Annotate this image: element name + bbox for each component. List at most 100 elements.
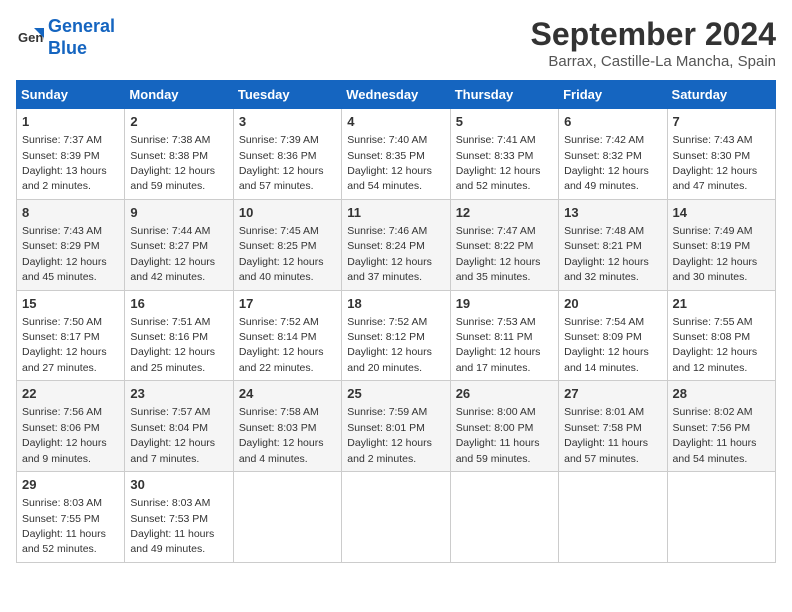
calendar-cell: 22Sunrise: 7:56 AMSunset: 8:06 PMDayligh… [17,381,125,472]
calendar-week-1: 1 Sunrise: 7:37 AMSunset: 8:39 PMDaylight… [17,109,776,200]
calendar-cell: 30Sunrise: 8:03 AMSunset: 7:53 PMDayligh… [125,472,233,563]
day-info: Sunrise: 7:59 AMSunset: 8:01 PMDaylight:… [347,406,432,464]
calendar-cell: 7Sunrise: 7:43 AMSunset: 8:30 PMDaylight… [667,109,775,200]
day-info: Sunrise: 7:58 AMSunset: 8:03 PMDaylight:… [239,406,324,464]
day-number: 10 [239,204,336,222]
day-number: 22 [22,385,119,403]
calendar-week-4: 22Sunrise: 7:56 AMSunset: 8:06 PMDayligh… [17,381,776,472]
day-number: 4 [347,113,444,131]
calendar-cell [667,472,775,563]
calendar-cell [233,472,341,563]
header-thursday: Thursday [450,81,558,109]
day-info: Sunrise: 7:40 AMSunset: 8:35 PMDaylight:… [347,134,432,192]
logo-text: GeneralBlue [48,16,115,59]
calendar-cell [450,472,558,563]
calendar-cell [559,472,667,563]
day-number: 14 [673,204,770,222]
day-number: 9 [130,204,227,222]
calendar-cell: 17 Sunrise: 7:52 AMSunset: 8:14 PMDayligh… [233,290,341,381]
calendar-cell: 2Sunrise: 7:38 AMSunset: 8:38 PMDaylight… [125,109,233,200]
day-number: 29 [22,476,119,494]
calendar-cell: 12 Sunrise: 7:47 AMSunset: 8:22 PMDayligh… [450,199,558,290]
day-info: Sunrise: 7:54 AMSunset: 8:09 PMDaylight:… [564,316,649,374]
calendar-cell: 27 Sunrise: 8:01 AMSunset: 7:58 PMDayligh… [559,381,667,472]
calendar-cell: 11 Sunrise: 7:46 AMSunset: 8:24 PMDayligh… [342,199,450,290]
calendar-cell: 10 Sunrise: 7:45 AMSunset: 8:25 PMDayligh… [233,199,341,290]
day-number: 25 [347,385,444,403]
calendar-cell: 24 Sunrise: 7:58 AMSunset: 8:03 PMDayligh… [233,381,341,472]
day-number: 5 [456,113,553,131]
day-info: Sunrise: 7:42 AMSunset: 8:32 PMDaylight:… [564,134,649,192]
logo-icon: General [16,24,44,52]
day-info: Sunrise: 7:52 AMSunset: 8:12 PMDaylight:… [347,316,432,374]
calendar-cell: 4 Sunrise: 7:40 AMSunset: 8:35 PMDaylight… [342,109,450,200]
day-number: 11 [347,204,444,222]
calendar-cell: 18 Sunrise: 7:52 AMSunset: 8:12 PMDayligh… [342,290,450,381]
calendar-table: SundayMondayTuesdayWednesdayThursdayFrid… [16,80,776,563]
calendar-week-5: 29 Sunrise: 8:03 AMSunset: 7:55 PMDayligh… [17,472,776,563]
day-number: 16 [130,295,227,313]
day-info: Sunrise: 7:43 AMSunset: 8:29 PMDaylight:… [22,225,107,283]
day-number: 13 [564,204,661,222]
calendar-cell: 8 Sunrise: 7:43 AMSunset: 8:29 PMDaylight… [17,199,125,290]
calendar-cell: 6 Sunrise: 7:42 AMSunset: 8:32 PMDaylight… [559,109,667,200]
header-sunday: Sunday [17,81,125,109]
calendar-cell: 13 Sunrise: 7:48 AMSunset: 8:21 PMDayligh… [559,199,667,290]
page-header: General GeneralBlue September 2024 Barra… [16,16,776,70]
day-info: Sunrise: 7:39 AMSunset: 8:36 PMDaylight:… [239,134,324,192]
day-number: 12 [456,204,553,222]
day-number: 28 [673,385,770,403]
header-tuesday: Tuesday [233,81,341,109]
day-number: 26 [456,385,553,403]
day-number: 18 [347,295,444,313]
day-info: Sunrise: 7:53 AMSunset: 8:11 PMDaylight:… [456,316,541,374]
day-number: 8 [22,204,119,222]
header-wednesday: Wednesday [342,81,450,109]
calendar-cell: 9 Sunrise: 7:44 AMSunset: 8:27 PMDaylight… [125,199,233,290]
day-info: Sunrise: 7:38 AMSunset: 8:38 PMDaylight:… [130,134,215,192]
calendar-header-row: SundayMondayTuesdayWednesdayThursdayFrid… [17,81,776,109]
day-number: 3 [239,113,336,131]
calendar-cell: 1 Sunrise: 7:37 AMSunset: 8:39 PMDaylight… [17,109,125,200]
day-info: Sunrise: 7:43 AMSunset: 8:30 PMDaylight:… [673,134,758,192]
calendar-week-3: 15Sunrise: 7:50 AMSunset: 8:17 PMDayligh… [17,290,776,381]
calendar-cell: 25 Sunrise: 7:59 AMSunset: 8:01 PMDayligh… [342,381,450,472]
calendar-cell: 16 Sunrise: 7:51 AMSunset: 8:16 PMDayligh… [125,290,233,381]
day-number: 23 [130,385,227,403]
calendar-cell: 5 Sunrise: 7:41 AMSunset: 8:33 PMDaylight… [450,109,558,200]
day-info: Sunrise: 8:03 AMSunset: 7:55 PMDaylight:… [22,497,106,555]
day-info: Sunrise: 8:02 AMSunset: 7:56 PMDaylight:… [673,406,757,464]
day-number: 15 [22,295,119,313]
calendar-cell [342,472,450,563]
day-number: 1 [22,113,119,131]
month-title: September 2024 [531,16,776,53]
day-number: 30 [130,476,227,494]
day-number: 17 [239,295,336,313]
calendar-cell: 20 Sunrise: 7:54 AMSunset: 8:09 PMDayligh… [559,290,667,381]
day-info: Sunrise: 7:52 AMSunset: 8:14 PMDaylight:… [239,316,324,374]
calendar-cell: 21Sunrise: 7:55 AMSunset: 8:08 PMDayligh… [667,290,775,381]
day-number: 20 [564,295,661,313]
calendar-cell: 29 Sunrise: 8:03 AMSunset: 7:55 PMDayligh… [17,472,125,563]
day-info: Sunrise: 7:37 AMSunset: 8:39 PMDaylight:… [22,134,107,192]
day-info: Sunrise: 7:57 AMSunset: 8:04 PMDaylight:… [130,406,215,464]
day-info: Sunrise: 7:51 AMSunset: 8:16 PMDaylight:… [130,316,215,374]
day-number: 21 [673,295,770,313]
calendar-cell: 15Sunrise: 7:50 AMSunset: 8:17 PMDayligh… [17,290,125,381]
calendar-cell: 3 Sunrise: 7:39 AMSunset: 8:36 PMDaylight… [233,109,341,200]
header-monday: Monday [125,81,233,109]
day-info: Sunrise: 7:48 AMSunset: 8:21 PMDaylight:… [564,225,649,283]
day-number: 24 [239,385,336,403]
day-number: 27 [564,385,661,403]
day-number: 6 [564,113,661,131]
location: Barrax, Castille-La Mancha, Spain [531,53,776,70]
day-info: Sunrise: 8:01 AMSunset: 7:58 PMDaylight:… [564,406,648,464]
calendar-cell: 23 Sunrise: 7:57 AMSunset: 8:04 PMDayligh… [125,381,233,472]
day-info: Sunrise: 7:45 AMSunset: 8:25 PMDaylight:… [239,225,324,283]
day-info: Sunrise: 7:49 AMSunset: 8:19 PMDaylight:… [673,225,758,283]
day-info: Sunrise: 8:00 AMSunset: 8:00 PMDaylight:… [456,406,540,464]
day-info: Sunrise: 7:47 AMSunset: 8:22 PMDaylight:… [456,225,541,283]
day-info: Sunrise: 7:41 AMSunset: 8:33 PMDaylight:… [456,134,541,192]
day-info: Sunrise: 7:46 AMSunset: 8:24 PMDaylight:… [347,225,432,283]
day-info: Sunrise: 7:44 AMSunset: 8:27 PMDaylight:… [130,225,215,283]
